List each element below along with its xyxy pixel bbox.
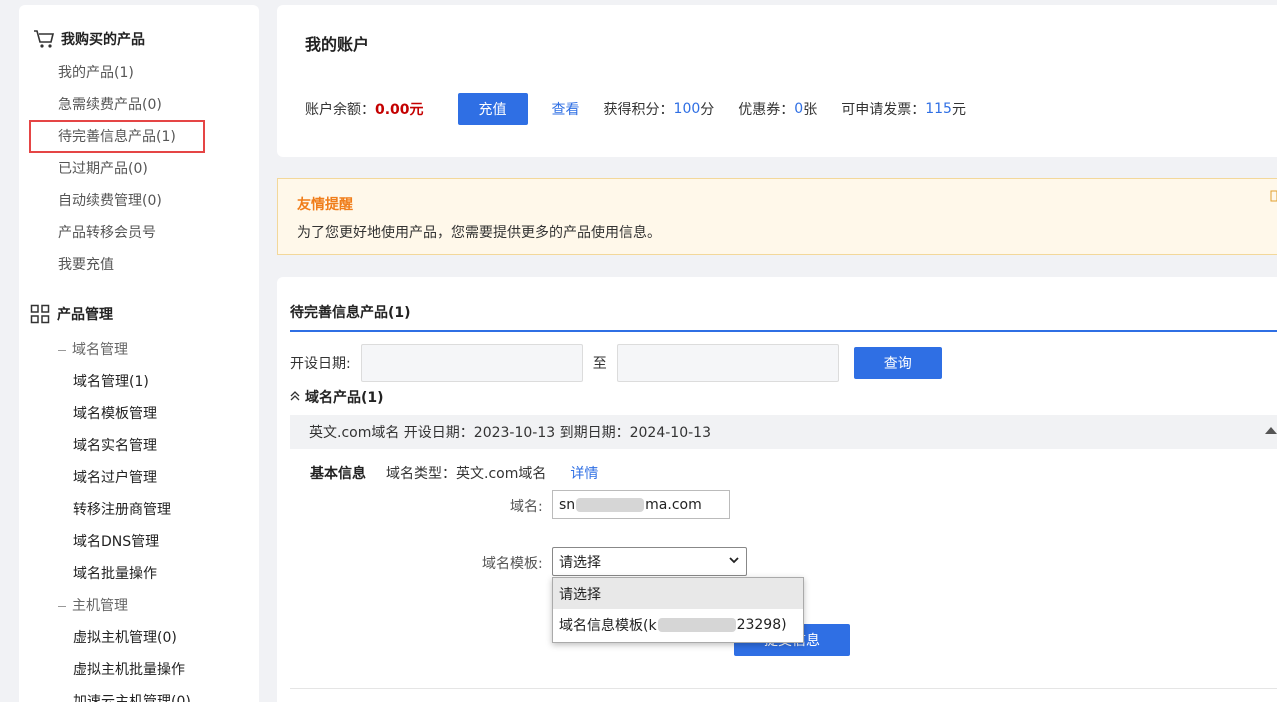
caret-up-icon[interactable] (1265, 427, 1277, 434)
sidebar-item-urgent-renew[interactable]: 急需续费产品(0) (58, 96, 162, 114)
panel-divider (290, 330, 1277, 332)
invoice-value: 115 (925, 101, 952, 117)
sidebar-section-title: 我购买的产品 (61, 32, 145, 48)
sidebar-group-label: 域名管理 (72, 342, 128, 358)
sidebar-section-purchased: 我购买的产品 (33, 28, 145, 50)
account-card: 我的账户 账户余额： 0.00元 充值 查看 获得积分： 100 分 优惠券： … (277, 5, 1277, 157)
sidebar-section-product-mgmt: 产品管理 (29, 303, 113, 325)
sidebar-group-label: 主机管理 (72, 598, 128, 614)
detail-link[interactable]: 详情 (570, 463, 598, 483)
sidebar-item-recharge[interactable]: 我要充值 (58, 256, 114, 274)
option-label-prefix: 域名信息模板(k (559, 617, 657, 634)
end-date-input[interactable] (616, 344, 839, 382)
sidebar-item-my-products[interactable]: 我的产品(1) (58, 64, 134, 82)
date-label: 开设日期: (290, 356, 351, 372)
edit-icon[interactable] (1270, 190, 1277, 202)
template-dropdown: 请选择 域名信息模板(k 23298) (552, 577, 804, 643)
option-please-select[interactable]: 请选择 (553, 578, 803, 609)
domain-input[interactable]: sn ma.com (552, 490, 730, 519)
sidebar-item-registrar-transfer[interactable]: 转移注册商管理 (73, 499, 171, 519)
sidebar-item-auto-renew[interactable]: 自动续费管理(0) (58, 192, 162, 210)
product-row[interactable]: 英文.com域名 开设日期：2023-10-13 到期日期：2024-10-13 (290, 415, 1277, 449)
domain-products-title: 域名产品(1) (305, 390, 384, 406)
collapse-up-icon (290, 389, 300, 405)
option-domain-template[interactable]: 域名信息模板(k 23298) (553, 609, 803, 640)
pending-products-panel: 待完善信息产品(1) 开设日期: 至 查询 域名产品(1) 英文.com域名 开… (277, 277, 1277, 702)
view-link[interactable]: 查看 (552, 99, 580, 119)
domain-type: 域名类型：英文.com域名 (386, 466, 547, 482)
sidebar-item-vhost-mgmt[interactable]: 虚拟主机管理(0) (73, 627, 177, 647)
invoice-label: 可申请发票： (841, 102, 926, 118)
sidebar-item-vhost-batch[interactable]: 虚拟主机批量操作 (73, 659, 185, 679)
notice-text: 为了您更好地使用产品，您需要提供更多的产品使用信息。 (297, 225, 661, 241)
recharge-button[interactable]: 充值 (457, 93, 528, 125)
redacted-blur (657, 617, 736, 632)
sidebar-item-domain-transfer-owner[interactable]: 域名过户管理 (73, 467, 157, 487)
account-summary: 账户余额： 0.00元 充值 查看 获得积分： 100 分 优惠券： 0 张 可… (305, 93, 966, 125)
points-label: 获得积分： (603, 102, 674, 118)
domain-label: 域名: (510, 499, 543, 515)
option-label-suffix: 23298) (736, 616, 787, 633)
page-title: 我的账户 (305, 35, 370, 54)
cart-icon (33, 28, 55, 50)
coupon-label: 优惠券： (738, 102, 795, 118)
panel-title: 待完善信息产品(1) (290, 305, 411, 321)
start-date-input[interactable] (360, 344, 583, 382)
coupon-value: 0 (794, 101, 804, 117)
basic-info-label: 基本信息 (310, 466, 366, 482)
query-button[interactable]: 查询 (853, 347, 942, 379)
product-summary: 英文.com域名 开设日期：2023-10-13 到期日期：2024-10-13 (309, 425, 711, 441)
sidebar-item-expired[interactable]: 已过期产品(0) (58, 160, 148, 178)
sidebar-group-domain[interactable]: 域名管理 (58, 339, 128, 359)
template-select[interactable]: 请选择 (552, 547, 747, 576)
select-value: 请选择 (559, 554, 601, 571)
notice-title: 友情提醒 (297, 197, 353, 213)
sidebar-item-domain-template[interactable]: 域名模板管理 (73, 403, 157, 423)
highlight-box (29, 120, 205, 153)
sidebar-item-domain-batch[interactable]: 域名批量操作 (73, 563, 157, 583)
sidebar-item-domain-realname[interactable]: 域名实名管理 (73, 435, 157, 455)
sidebar-item-cloudhost-mgmt[interactable]: 加速云主机管理(0) (73, 691, 191, 702)
domain-suffix: ma.com (645, 496, 702, 513)
domain-prefix: sn (559, 496, 576, 513)
chevron-down-icon (728, 554, 740, 569)
basic-info-row: 基本信息 域名类型：英文.com域名 详情 (310, 463, 598, 483)
points-unit: 分 (700, 102, 715, 118)
sidebar: 我购买的产品 我的产品(1) 急需续费产品(0) 待完善信息产品(1) 已过期产… (19, 5, 259, 702)
notice-box: 友情提醒 为了您更好地使用产品，您需要提供更多的产品使用信息。 (277, 178, 1277, 255)
to-label: 至 (592, 356, 607, 372)
sidebar-item-transfer-member[interactable]: 产品转移会员号 (58, 224, 156, 242)
sidebar-group-host[interactable]: 主机管理 (58, 595, 128, 615)
sidebar-item-domain-dns[interactable]: 域名DNS管理 (73, 531, 159, 551)
redacted-blur (576, 497, 645, 512)
coupon-unit: 张 (803, 102, 818, 118)
grid-icon (29, 303, 51, 325)
domain-products-header[interactable]: 域名产品(1) (290, 387, 384, 407)
balance-value: 0.00元 (375, 102, 424, 118)
balance-label: 账户余额： (305, 102, 375, 118)
date-filter: 开设日期: 至 查询 (290, 344, 942, 382)
sidebar-section-title: 产品管理 (57, 307, 113, 323)
section-divider (290, 688, 1277, 689)
sidebar-item-domain-mgmt[interactable]: 域名管理(1) (73, 371, 149, 391)
template-label: 域名模板: (482, 556, 543, 572)
invoice-unit: 元 (951, 102, 966, 118)
points-value: 100 (673, 101, 701, 117)
